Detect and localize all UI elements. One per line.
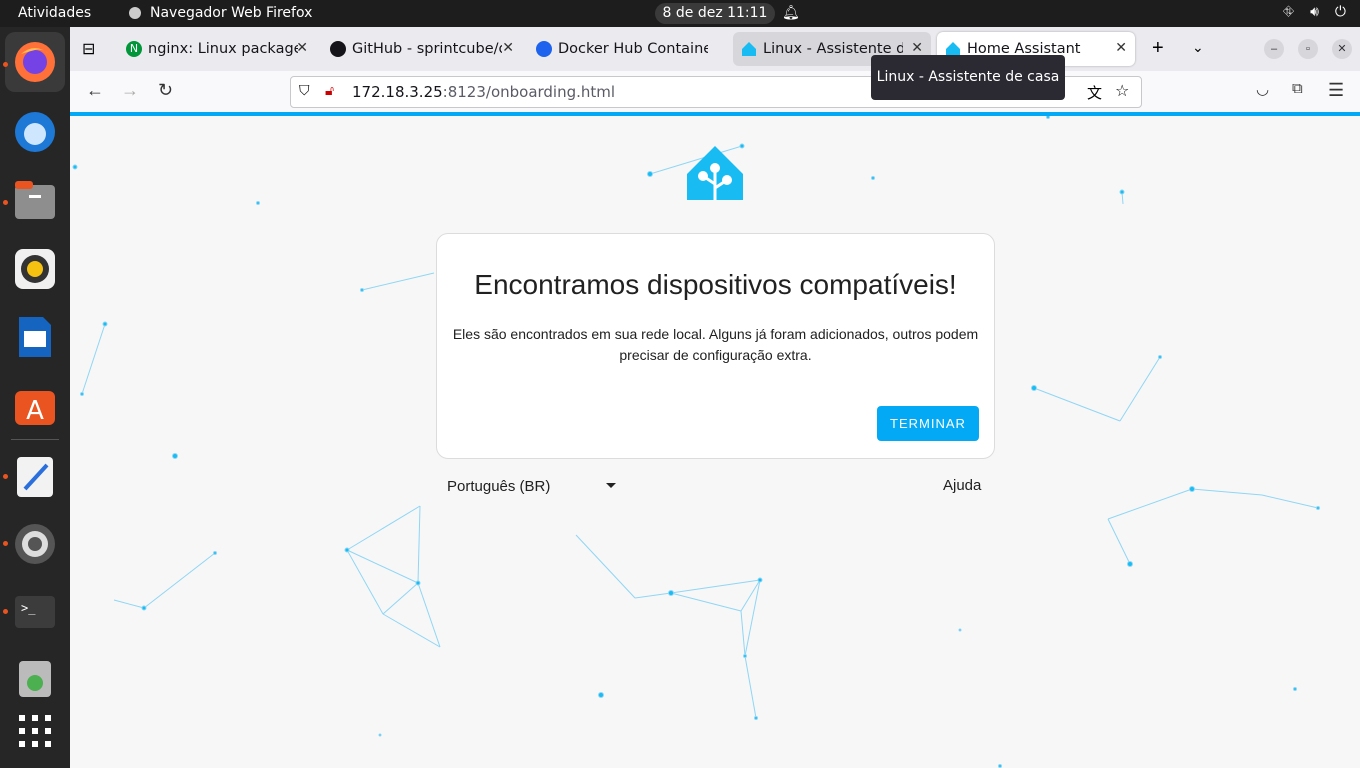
onboarding-card: Encontramos dispositivos compatíveis! El… (436, 233, 995, 459)
svg-text:A: A (26, 396, 44, 426)
navigation-bar: ← → ↻ ⛉ 🔓︎ 172.18.3.25:8123/onboarding.h… (70, 71, 1360, 114)
tab-label: GitHub - sprintcube/do (352, 41, 502, 57)
menu-icon[interactable]: ☰ (1328, 80, 1344, 101)
new-tab-icon[interactable]: + (1152, 37, 1164, 60)
svg-text:>_: >_ (21, 601, 36, 615)
tab-github[interactable]: GitHub - sprintcube/do ✕ (324, 32, 522, 66)
volume-icon: 🔊︎ (1310, 4, 1319, 20)
tab-strip: ⊟ N nginx: Linux packages ✕ GitHub - spr… (70, 27, 1360, 71)
nginx-favicon-icon: N (126, 41, 142, 57)
clock[interactable]: 8 de dez 11:11 (655, 3, 775, 24)
libreoffice-impress-icon[interactable] (11, 313, 59, 361)
extensions-icon[interactable]: ⧉ (1292, 80, 1303, 97)
pocket-icon[interactable]: ◡ (1256, 80, 1269, 98)
app-center-icon[interactable]: A (11, 381, 59, 429)
close-icon[interactable]: ✕ (502, 40, 514, 56)
language-select[interactable]: Português (BR) (447, 478, 550, 495)
close-icon[interactable]: ✕ (1115, 40, 1127, 56)
tab-label: Docker Hub Container (558, 41, 708, 57)
insecure-lock-icon[interactable]: 🔓︎ (325, 83, 334, 99)
minimize-button[interactable]: – (1264, 39, 1284, 59)
settings-icon[interactable] (11, 520, 59, 568)
firefox-icon[interactable] (5, 32, 65, 92)
shield-icon[interactable]: ⛉ (299, 83, 310, 99)
finish-button[interactable]: TERMINAR (877, 406, 979, 441)
files-icon[interactable] (11, 177, 59, 225)
help-link[interactable]: Ajuda (943, 477, 981, 494)
terminal-icon[interactable]: >_ (11, 588, 59, 636)
url-text: 172.18.3.25:8123/onboarding.html (352, 83, 616, 101)
close-icon[interactable]: ✕ (296, 40, 308, 56)
show-apps-icon[interactable] (11, 707, 59, 755)
tab-docker-hub[interactable]: Docker Hub Container (530, 32, 728, 66)
card-title: Encontramos dispositivos compatíveis! (474, 269, 957, 300)
trash-icon[interactable] (11, 655, 59, 703)
onboarding-page: Encontramos dispositivos compatíveis! El… (70, 116, 1360, 768)
card-description: Eles são encontrados em sua rede local. … (452, 326, 979, 363)
power-icon: ⏻ (1334, 4, 1346, 20)
activities-button[interactable]: Atividades (18, 5, 91, 21)
system-tray[interactable]: ⛗ 🔊︎ ⏻ (1283, 4, 1346, 20)
chevron-down-icon[interactable]: ⌄ (1192, 39, 1204, 56)
dropdown-arrow-icon[interactable] (606, 483, 616, 488)
github-favicon-icon (330, 41, 346, 57)
tab-tooltip: Linux - Assistente de casa (871, 55, 1065, 100)
network-icon: ⛗ (1282, 4, 1295, 20)
home-assistant-favicon-icon (742, 42, 756, 56)
dock: A >_ (0, 27, 70, 768)
docker-favicon-icon (536, 41, 552, 57)
tab-label: nginx: Linux packages (148, 41, 298, 57)
system-top-bar: Atividades Navegador Web Firefox 8 de de… (0, 0, 1360, 27)
tab-overview-icon[interactable]: ⊟ (82, 39, 95, 59)
rhythmbox-icon[interactable] (11, 245, 59, 293)
close-window-button[interactable]: ✕ (1332, 39, 1352, 59)
translate-icon[interactable]: 文 (1087, 82, 1102, 103)
firefox-small-icon (129, 7, 141, 19)
thunderbird-icon[interactable] (11, 108, 59, 156)
app-name: Navegador Web Firefox (150, 5, 313, 21)
tab-nginx[interactable]: N nginx: Linux packages ✕ (118, 32, 316, 66)
forward-icon[interactable]: → (121, 80, 139, 101)
restore-button[interactable]: ▫ (1298, 39, 1318, 59)
text-editor-icon[interactable] (11, 453, 59, 501)
app-menu[interactable]: Navegador Web Firefox (128, 5, 312, 21)
reload-icon[interactable]: ↻ (158, 80, 173, 101)
back-icon[interactable]: ← (86, 80, 104, 101)
notification-bell-icon[interactable]: 🔔︎ (782, 5, 800, 21)
bookmark-star-icon[interactable]: ☆ (1115, 81, 1129, 100)
close-icon[interactable]: ✕ (911, 40, 923, 56)
home-assistant-logo-icon (687, 146, 743, 200)
